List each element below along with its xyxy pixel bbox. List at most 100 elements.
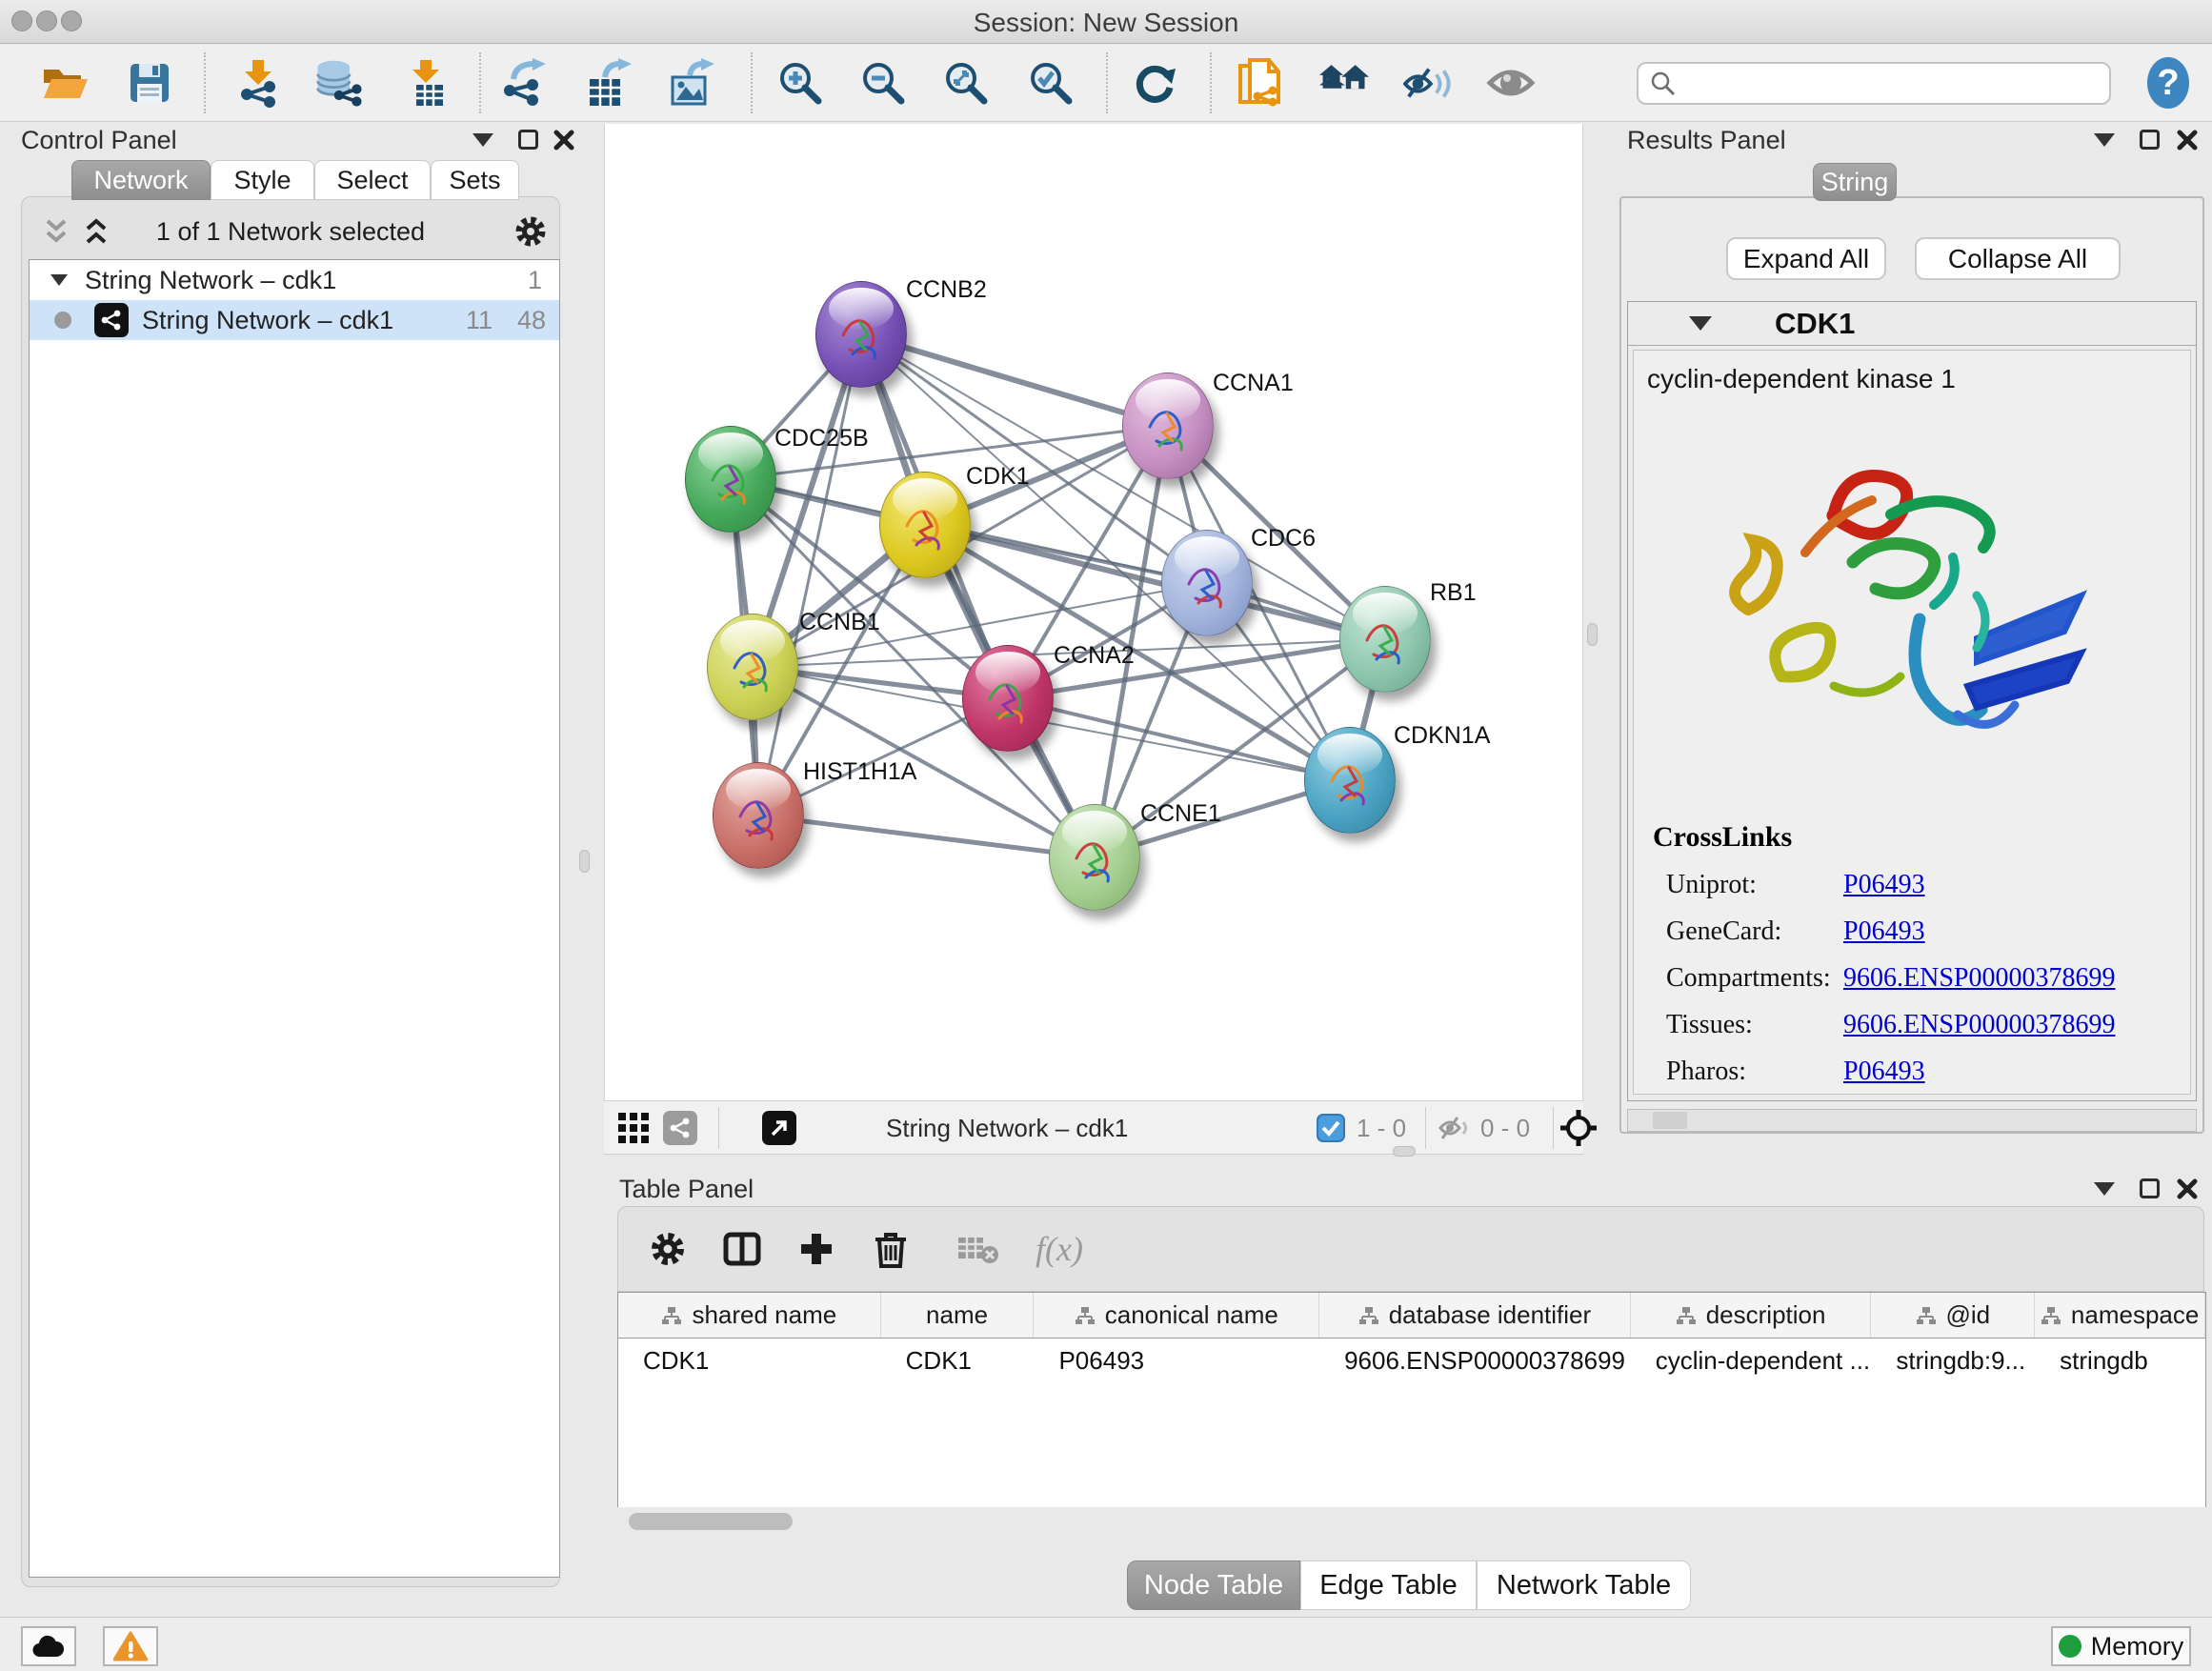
string-protein-query-button[interactable] — [1235, 58, 1284, 108]
table-cell[interactable]: stringdb:9... — [1871, 1339, 2035, 1382]
table-cell[interactable]: 9606.ENSP00000378699 — [1319, 1339, 1631, 1382]
column-header--id[interactable]: @id — [1871, 1293, 2035, 1338]
collapse-all-button[interactable]: Collapse All — [1915, 237, 2121, 280]
results-scrollbar[interactable] — [1627, 1109, 2197, 1132]
node-CDC25B[interactable] — [685, 426, 776, 533]
network-canvas[interactable]: CCNB2CCNA1CDC25BCDK1CDC6RB1CCNB1CCNA2CDK… — [604, 124, 1583, 1100]
zoom-in-button[interactable] — [775, 58, 825, 108]
table-options-gear-icon[interactable] — [643, 1224, 693, 1274]
zoom-out-button[interactable] — [858, 58, 908, 108]
node-entry-header[interactable]: CDK1 — [1628, 302, 2196, 346]
edge-CCNB2-HIST1H1A[interactable] — [758, 334, 861, 815]
zoom-fit-button[interactable] — [941, 58, 991, 108]
export-table-button[interactable] — [582, 58, 632, 108]
renderer-share-icon[interactable] — [663, 1109, 697, 1147]
node-CCNA1[interactable] — [1122, 372, 1214, 479]
table-cell[interactable]: stringdb — [2035, 1339, 2205, 1382]
node-CCNB1[interactable] — [707, 614, 798, 720]
column-header-name[interactable]: name — [881, 1293, 1035, 1338]
table-cell[interactable]: cyclin-dependent ... — [1631, 1339, 1872, 1382]
crosslink-link[interactable]: P06493 — [1843, 870, 1925, 900]
maximize-panel-icon[interactable] — [518, 130, 538, 150]
right-splitter-handle[interactable] — [1587, 623, 1598, 646]
left-splitter-handle[interactable] — [579, 850, 590, 873]
edge-CCNB2-CCNA1[interactable] — [861, 334, 1168, 426]
network-row[interactable]: String Network – cdk1 11 48 — [30, 300, 559, 340]
zoom-selected-button[interactable] — [1026, 58, 1076, 108]
tab-network[interactable]: Network — [71, 160, 211, 200]
column-header-shared-name[interactable]: shared name — [618, 1293, 881, 1338]
crosshair-icon[interactable] — [1558, 1109, 1599, 1147]
close-panel-icon[interactable] — [2176, 1178, 2199, 1200]
enhance-visuals-button[interactable] — [1403, 58, 1453, 108]
delete-column-trash-icon[interactable] — [866, 1224, 915, 1274]
birds-eye-view-icon[interactable] — [762, 1109, 796, 1147]
crosslink-link[interactable]: P06493 — [1843, 1057, 1925, 1087]
close-panel-icon[interactable] — [2176, 129, 2199, 151]
delete-table-icon[interactable] — [954, 1224, 1003, 1274]
import-table-file-button[interactable] — [401, 58, 451, 108]
tab-node-table[interactable]: Node Table — [1127, 1560, 1300, 1610]
crosslink-link[interactable]: 9606.ENSP00000378699 — [1843, 963, 2115, 994]
tab-sets[interactable]: Sets — [431, 160, 519, 200]
import-network-database-button[interactable] — [312, 58, 362, 108]
network-collection-row[interactable]: String Network – cdk1 1 — [30, 260, 559, 300]
string-home-button[interactable] — [1319, 58, 1369, 108]
float-panel-icon[interactable] — [473, 133, 493, 147]
column-header-database-identifier[interactable]: database identifier — [1319, 1293, 1631, 1338]
network-options-gear-icon[interactable] — [513, 213, 549, 250]
maximize-panel-icon[interactable] — [2140, 1178, 2160, 1198]
search-input[interactable] — [1684, 69, 2109, 98]
save-session-button[interactable] — [125, 58, 174, 108]
table-horizontal-scrollbar[interactable] — [629, 1513, 793, 1530]
expand-all-button[interactable]: Expand All — [1726, 237, 1886, 280]
export-image-button[interactable] — [665, 58, 714, 108]
node-CCNB2[interactable] — [815, 281, 907, 388]
table-cell[interactable]: P06493 — [1034, 1339, 1319, 1382]
node-CDKN1A[interactable] — [1304, 727, 1396, 834]
help-button[interactable]: ? — [2143, 58, 2193, 108]
cloud-status-button[interactable] — [21, 1626, 76, 1666]
close-panel-icon[interactable] — [553, 129, 575, 151]
tab-string[interactable]: String — [1813, 163, 1897, 201]
show-hide-button[interactable] — [1486, 58, 1536, 108]
tab-edge-table[interactable]: Edge Table — [1300, 1560, 1477, 1610]
column-header-namespace[interactable]: namespace — [2035, 1293, 2205, 1338]
open-session-button[interactable] — [40, 58, 90, 108]
export-network-button[interactable] — [498, 58, 548, 108]
results-scrollbar-thumb[interactable] — [1653, 1112, 1687, 1129]
float-panel-icon[interactable] — [2094, 1182, 2115, 1196]
crosslink-link[interactable]: P06493 — [1843, 916, 1925, 947]
hidden-eye-slash-icon[interactable] — [1438, 1109, 1473, 1147]
bottom-splitter-handle[interactable] — [1393, 1146, 1416, 1157]
import-network-file-button[interactable] — [233, 58, 283, 108]
function-builder-button[interactable]: f(x) — [1036, 1224, 1083, 1274]
entry-collapse-icon[interactable] — [1689, 316, 1712, 331]
node-CDC6[interactable] — [1161, 530, 1253, 636]
table-cell[interactable]: CDK1 — [881, 1339, 1035, 1382]
table-cell[interactable]: CDK1 — [618, 1339, 881, 1382]
refresh-button[interactable] — [1131, 58, 1180, 108]
float-panel-icon[interactable] — [2094, 133, 2115, 147]
tab-style[interactable]: Style — [211, 160, 314, 200]
node-CCNA2[interactable] — [962, 645, 1054, 752]
renderer-grid-icon[interactable] — [617, 1109, 650, 1147]
memory-button[interactable]: Memory — [2051, 1626, 2191, 1666]
show-columns-icon[interactable] — [717, 1224, 767, 1274]
column-header-description[interactable]: description — [1631, 1293, 1872, 1338]
collection-expand-icon[interactable] — [50, 274, 68, 286]
edge-HIST1H1A-CCNE1[interactable] — [758, 815, 1095, 857]
crosslink-link[interactable]: 9606.ENSP00000378699 — [1843, 1010, 2115, 1040]
column-header-canonical-name[interactable]: canonical name — [1034, 1293, 1319, 1338]
selected-checkbox-icon[interactable] — [1317, 1109, 1345, 1147]
maximize-panel-icon[interactable] — [2140, 130, 2160, 150]
table-row[interactable]: CDK1CDK1P064939606.ENSP00000378699cyclin… — [618, 1339, 2205, 1382]
tab-network-table[interactable]: Network Table — [1477, 1560, 1691, 1610]
tab-select[interactable]: Select — [314, 160, 431, 200]
node-RB1[interactable] — [1339, 586, 1431, 693]
node-CDK1[interactable] — [879, 472, 971, 578]
warning-status-button[interactable] — [103, 1626, 158, 1666]
node-HIST1H1A[interactable] — [713, 762, 804, 869]
create-column-plus-icon[interactable] — [792, 1224, 841, 1274]
node-CCNE1[interactable] — [1049, 804, 1140, 911]
